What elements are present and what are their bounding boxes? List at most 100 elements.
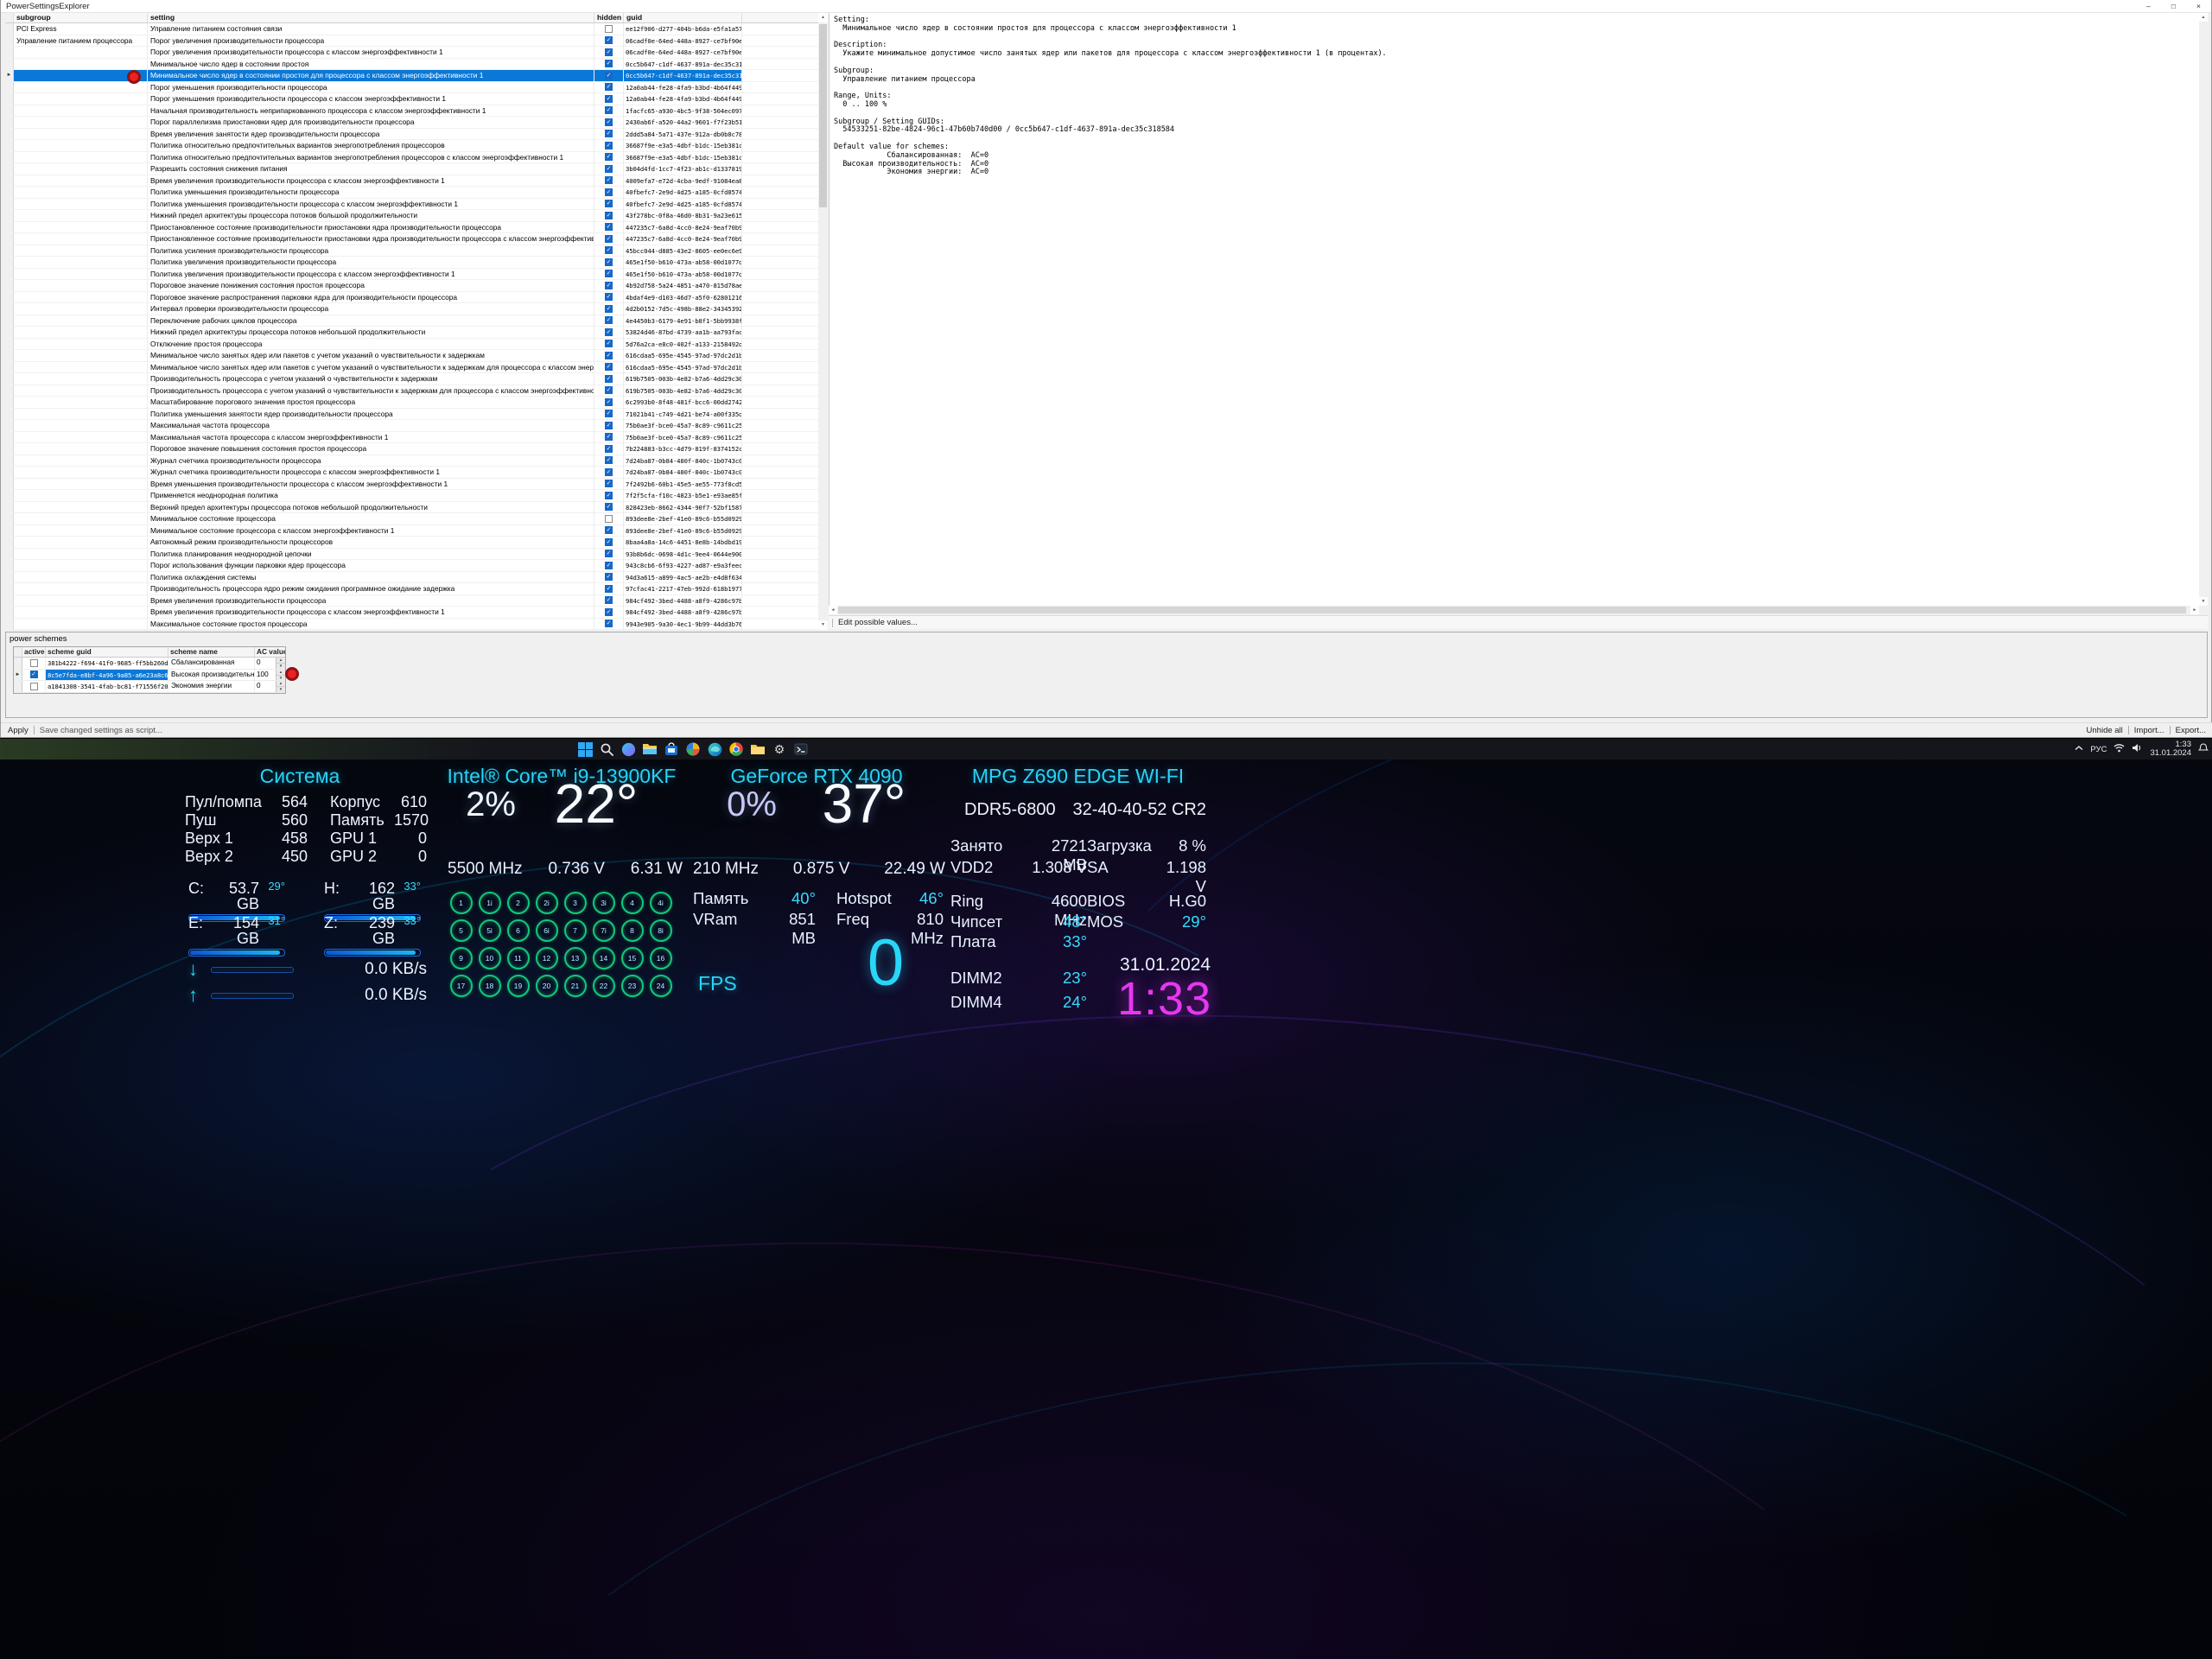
hidden-checkbox[interactable]: ✓: [605, 223, 613, 231]
settings-row[interactable]: Порог увеличения производительности проц…: [5, 47, 818, 59]
title-bar[interactable]: PowerSettingsExplorer – □ ×: [1, 0, 2211, 13]
column-scheme-guid[interactable]: scheme guid: [46, 647, 168, 657]
maximize-icon[interactable]: □: [2161, 0, 2186, 13]
settings-row[interactable]: Нижний предел архитектуры процессора пот…: [5, 210, 818, 222]
settings-row[interactable]: Производительность процессора ядро режим…: [5, 583, 818, 595]
column-scheme-name[interactable]: scheme name: [168, 647, 255, 657]
settings-row[interactable]: Интервал проверки производительности про…: [5, 303, 818, 315]
hidden-checkbox[interactable]: ✓: [605, 83, 613, 91]
folder-icon[interactable]: [748, 740, 767, 759]
settings-row[interactable]: Производительность процессора с учетом у…: [5, 373, 818, 385]
settings-row[interactable]: Политика увеличения производительности п…: [5, 269, 818, 281]
hidden-checkbox[interactable]: ✓: [605, 352, 613, 359]
hidden-checkbox[interactable]: ✓: [605, 538, 613, 546]
search-icon[interactable]: [597, 740, 616, 759]
hidden-checkbox[interactable]: ✓: [605, 176, 613, 184]
settings-row[interactable]: Разрешить состояния снижения питания ✓ 3…: [5, 163, 818, 175]
settings-row[interactable]: Порог параллелизма приостановки ядер для…: [5, 117, 818, 129]
scroll-right-icon[interactable]: ►: [2190, 606, 2199, 614]
edge-icon[interactable]: [705, 740, 724, 759]
settings-row[interactable]: Время увеличения занятости ядер производ…: [5, 129, 818, 141]
scroll-left-icon[interactable]: ◄: [829, 606, 837, 614]
start-icon[interactable]: [575, 740, 594, 759]
settings-row[interactable]: Масштабирование порогового значения прос…: [5, 397, 818, 409]
settings-row[interactable]: Порог уменьшения производительности проц…: [5, 93, 818, 105]
settings-row[interactable]: Политика уменьшения производительности п…: [5, 199, 818, 211]
settings-row[interactable]: Минимальное число занятых ядер или пакет…: [5, 362, 818, 374]
settings-row[interactable]: Политика относительно предпочтительных в…: [5, 140, 818, 152]
settings-row[interactable]: Политика усиления производительности про…: [5, 245, 818, 257]
settings-row[interactable]: Приостановленное состояние производитель…: [5, 222, 818, 234]
volume-icon[interactable]: [2132, 743, 2143, 755]
hidden-checkbox[interactable]: ✓: [605, 503, 613, 511]
photos-icon[interactable]: [683, 740, 702, 759]
settings-row[interactable]: Пороговое значение повышения состояния п…: [5, 443, 818, 455]
column-guid[interactable]: guid: [624, 13, 742, 22]
hidden-checkbox[interactable]: ✓: [605, 106, 613, 114]
minimize-icon[interactable]: –: [2136, 0, 2161, 13]
ac-value-spinner[interactable]: ▲▼: [276, 670, 285, 681]
settings-row[interactable]: Журнал счетчика производительности проце…: [5, 455, 818, 467]
hidden-checkbox[interactable]: ✓: [605, 456, 613, 464]
settings-row[interactable]: Приостановленное состояние производитель…: [5, 233, 818, 245]
settings-row[interactable]: Порог использования функции парковки яде…: [5, 560, 818, 572]
ac-value-spinner[interactable]: ▲▼: [276, 658, 285, 669]
settings-row[interactable]: Максимальная частота процессора с классо…: [5, 432, 818, 444]
hidden-checkbox[interactable]: ✓: [605, 270, 613, 277]
clock-and-date[interactable]: 1:33 31.01.2024: [2150, 741, 2191, 758]
settings-row[interactable]: Нижний предел архитектуры процессора пот…: [5, 327, 818, 339]
hidden-checkbox[interactable]: ✓: [605, 118, 613, 126]
settings-row[interactable]: Автономный режим производительности проц…: [5, 537, 818, 549]
settings-row[interactable]: Время увеличения производительности проц…: [5, 607, 818, 619]
settings-row[interactable]: Управление питанием процессора Порог уве…: [5, 35, 818, 48]
settings-vertical-scrollbar[interactable]: ▲ ▼: [818, 13, 828, 630]
hidden-checkbox[interactable]: [605, 25, 613, 33]
hidden-checkbox[interactable]: ✓: [605, 188, 613, 196]
save-script-button[interactable]: Save changed settings as script...: [40, 726, 162, 735]
settings-row[interactable]: Минимальное число занятых ядер или пакет…: [5, 350, 818, 362]
scroll-up-icon[interactable]: ▲: [2199, 13, 2208, 22]
settings-row[interactable]: Политика уменьшения производительности п…: [5, 187, 818, 199]
hidden-checkbox[interactable]: ✓: [605, 328, 613, 336]
hidden-checkbox[interactable]: ✓: [605, 410, 613, 417]
scroll-down-icon[interactable]: ▼: [2199, 597, 2208, 606]
hidden-checkbox[interactable]: ✓: [605, 526, 613, 534]
hidden-checkbox[interactable]: ✓: [605, 165, 613, 173]
column-ac-value[interactable]: AC value: [255, 647, 285, 657]
wifi-icon[interactable]: [2113, 743, 2125, 755]
hidden-checkbox[interactable]: ✓: [605, 468, 613, 476]
scroll-down-icon[interactable]: ▼: [818, 620, 828, 630]
ac-value-spinner[interactable]: ▲▼: [276, 681, 285, 692]
column-hidden[interactable]: hidden: [594, 13, 624, 22]
hidden-checkbox[interactable]: ✓: [605, 258, 613, 266]
column-setting[interactable]: setting: [148, 13, 594, 22]
hidden-checkbox[interactable]: ✓: [605, 200, 613, 207]
settings-row[interactable]: Верхний предел архитектуры процессора по…: [5, 502, 818, 514]
hidden-checkbox[interactable]: ✓: [605, 305, 613, 313]
hidden-checkbox[interactable]: ✓: [605, 422, 613, 429]
hidden-checkbox[interactable]: ✓: [605, 282, 613, 289]
close-icon[interactable]: ×: [2186, 0, 2211, 13]
hidden-checkbox[interactable]: [605, 515, 613, 523]
settings-row[interactable]: PCI Express Управление питанием состояни…: [5, 23, 818, 35]
hidden-checkbox[interactable]: ✓: [605, 340, 613, 347]
language-indicator[interactable]: РУС: [2090, 745, 2107, 754]
hidden-checkbox[interactable]: ✓: [605, 235, 613, 243]
details-vertical-scrollbar[interactable]: ▲ ▼: [2199, 13, 2208, 606]
hidden-checkbox[interactable]: ✓: [605, 596, 613, 604]
power-scheme-row[interactable]: ► ✓ 8c5e7fda-e8bf-4a96-9a85-a6e23a8c635c…: [14, 670, 285, 682]
settings-row[interactable]: Политика охлаждения системы ✓ 94d3a615-a…: [5, 572, 818, 584]
hidden-checkbox[interactable]: ✓: [605, 130, 613, 137]
hidden-checkbox[interactable]: ✓: [605, 480, 613, 487]
hidden-checkbox[interactable]: ✓: [605, 608, 613, 616]
hidden-checkbox[interactable]: ✓: [605, 620, 613, 627]
settings-row[interactable]: Политика относительно предпочтительных в…: [5, 152, 818, 164]
hidden-checkbox[interactable]: ✓: [605, 246, 613, 254]
settings-row[interactable]: Максимальная частота процессора ✓ 75b0ae…: [5, 420, 818, 432]
hidden-checkbox[interactable]: ✓: [605, 363, 613, 371]
file-explorer-icon[interactable]: [640, 740, 659, 759]
settings-row[interactable]: Время уменьшения производительности проц…: [5, 479, 818, 491]
tray-chevron-icon[interactable]: [2075, 745, 2083, 754]
hidden-checkbox[interactable]: ✓: [605, 445, 613, 453]
hidden-checkbox[interactable]: ✓: [605, 585, 613, 593]
